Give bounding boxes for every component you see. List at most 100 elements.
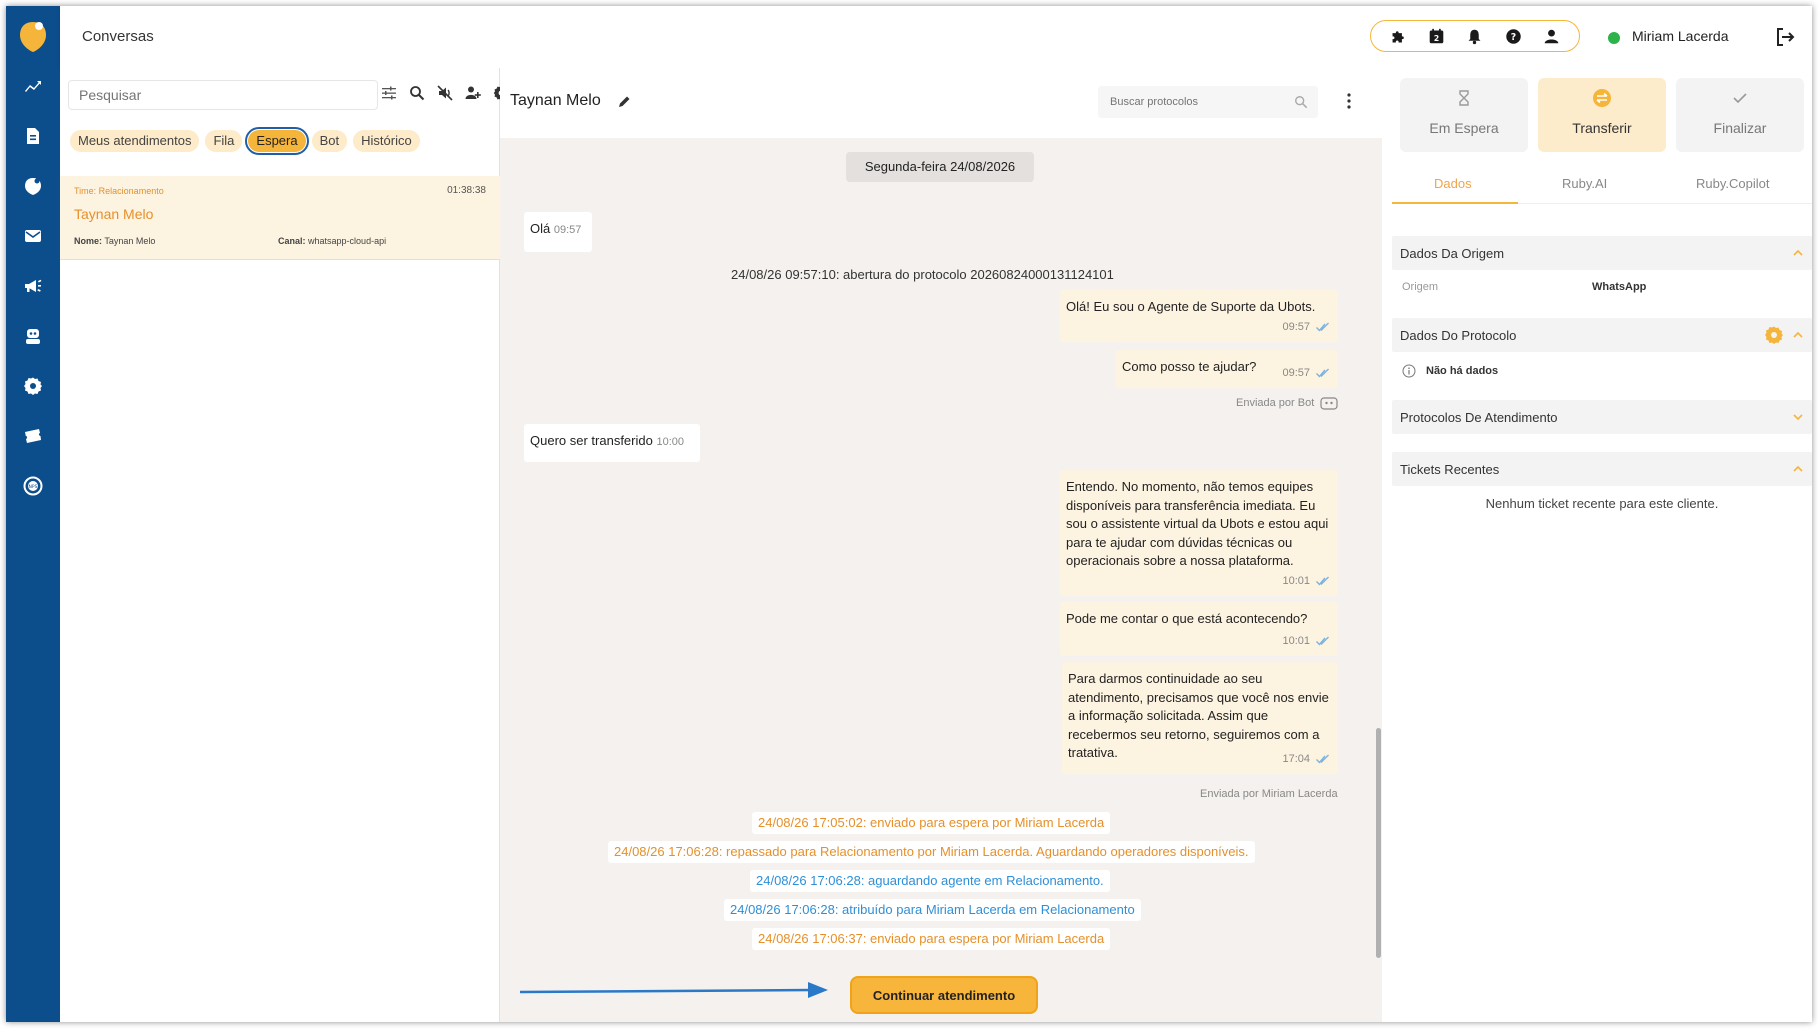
double-check-icon <box>1316 322 1329 332</box>
details-panel: Em Espera Transferir Finalizar Dados Rub… <box>1382 68 1812 1022</box>
chat-contact-name: Taynan Melo <box>510 92 601 109</box>
chat-panel: Taynan Melo Segunda-feira 24/08/2026 Olá… <box>500 68 1382 1022</box>
message-outgoing: Olá! Eu sou o Agente de Suporte da Ubots… <box>1060 290 1338 342</box>
add-user-icon[interactable] <box>464 84 482 102</box>
user-icon[interactable] <box>1542 26 1562 46</box>
conversation-item[interactable]: Time: Relacionamento 01:38:38 Taynan Mel… <box>60 176 500 260</box>
filter-queue[interactable]: Fila <box>205 130 243 152</box>
details-tabs: Dados Ruby.AI Ruby.Copilot <box>1392 164 1812 204</box>
system-event: 24/08/26 17:06:28: aguardando agente em … <box>750 870 1110 892</box>
system-event: 24/08/26 17:06:28: repassado para Relaci… <box>608 841 1255 863</box>
conversation-list-panel: Meus atendimentos Fila Espera Bot Histór… <box>60 68 509 1022</box>
message-outgoing: Entendo. No momento, não temos equipes d… <box>1060 470 1338 596</box>
bot-icon <box>1320 397 1338 410</box>
message-incoming: Olá 09:57 <box>524 212 592 252</box>
filter-bot[interactable]: Bot <box>311 130 348 152</box>
message-outgoing: Pode me contar o que está acontecendo? 1… <box>1060 602 1338 656</box>
top-bar: Conversas 2 ? Miriam Lacerda <box>60 6 1812 68</box>
sidebar: NPS <box>6 6 60 1022</box>
conversation-timer: 01:38:38 <box>447 185 486 196</box>
chevron-up-icon[interactable] <box>1792 463 1804 475</box>
filter-sliders-icon[interactable] <box>380 84 398 102</box>
double-check-icon <box>1316 368 1329 378</box>
sent-by-agent: Enviada por Miriam Lacerda <box>1200 788 1338 800</box>
transfer-button[interactable]: Transferir <box>1538 78 1666 152</box>
svg-text:2: 2 <box>1434 33 1439 42</box>
conversation-team: Time: Relacionamento <box>74 186 164 196</box>
chevron-up-icon[interactable] <box>1792 329 1804 341</box>
protocol-search-box <box>1098 86 1318 118</box>
more-options-icon[interactable] <box>1346 92 1352 110</box>
transfer-icon <box>1593 89 1611 107</box>
conversation-channel: Canal: whatsapp-cloud-api <box>278 236 387 246</box>
tab-dados[interactable]: Dados <box>1434 176 1472 191</box>
online-status-dot <box>1608 32 1620 44</box>
section-service-protocols[interactable]: Protocolos De Atendimento <box>1392 400 1812 434</box>
document-icon[interactable] <box>21 124 45 148</box>
search-icon[interactable] <box>1294 95 1308 109</box>
page-title: Conversas <box>82 28 154 45</box>
ticket-icon[interactable] <box>21 424 45 448</box>
system-event: 24/08/26 17:05:02: enviado para espera p… <box>752 812 1111 834</box>
sent-by-bot: Enviada por Bot <box>1236 396 1340 410</box>
conversation-contact: Nome: Taynan Melo <box>74 236 156 246</box>
tab-ruby-ai[interactable]: Ruby.AI <box>1562 176 1607 191</box>
check-icon <box>1733 93 1747 104</box>
hold-button[interactable]: Em Espera <box>1400 78 1528 152</box>
tab-ruby-copilot[interactable]: Ruby.Copilot <box>1696 176 1769 191</box>
date-separator: Segunda-feira 24/08/2026 <box>846 152 1034 182</box>
edit-pencil-icon[interactable] <box>616 94 632 110</box>
svg-text:NPS: NPS <box>29 484 38 490</box>
top-toolbar: 2 ? <box>1370 20 1580 52</box>
search-input[interactable] <box>69 81 359 109</box>
filter-my-chats[interactable]: Meus atendimentos <box>70 130 200 152</box>
logout-icon[interactable] <box>1774 26 1796 48</box>
megaphone-icon[interactable] <box>21 274 45 298</box>
search-box <box>68 80 378 110</box>
calendar-badge-icon[interactable]: 2 <box>1427 26 1447 46</box>
chat-scrollbar[interactable] <box>1376 728 1381 958</box>
message-incoming: Quero ser transferido 10:00 <box>524 424 700 462</box>
svg-text:?: ? <box>1511 31 1516 42</box>
mute-icon[interactable] <box>436 84 454 102</box>
shield-icon[interactable] <box>21 174 45 198</box>
hourglass-icon <box>1459 90 1469 106</box>
puzzle-icon[interactable] <box>1388 26 1408 46</box>
section-origin[interactable]: Dados Da Origem <box>1392 236 1812 270</box>
protocol-search-input[interactable] <box>1098 86 1288 118</box>
protocol-empty-message: Não há dados <box>1426 365 1499 377</box>
user-name[interactable]: Miriam Lacerda <box>1632 28 1728 44</box>
continue-service-button[interactable]: Continuar atendimento <box>850 976 1038 1014</box>
conversation-name: Taynan Melo <box>74 206 154 222</box>
chevron-down-icon[interactable] <box>1792 411 1804 423</box>
ubots-logo-icon[interactable] <box>18 20 48 54</box>
help-icon[interactable]: ? <box>1503 26 1523 46</box>
analytics-icon[interactable] <box>21 74 45 98</box>
nps-icon[interactable]: NPS <box>21 474 45 498</box>
system-event: 24/08/26 17:06:37: enviado para espera p… <box>752 928 1111 950</box>
mail-icon[interactable] <box>21 224 45 248</box>
list-tools <box>380 84 510 102</box>
active-tab-indicator <box>1392 202 1518 204</box>
finish-button[interactable]: Finalizar <box>1676 78 1804 152</box>
gear-icon[interactable] <box>21 374 45 398</box>
origin-value: WhatsApp <box>1592 281 1647 293</box>
section-recent-tickets[interactable]: Tickets Recentes <box>1392 452 1812 486</box>
pointer-arrow-annotation <box>520 982 828 998</box>
message-outgoing: Para darmos continuidade ao seu atendime… <box>1062 662 1338 774</box>
double-check-icon <box>1316 576 1329 586</box>
filter-tabs: Meus atendimentos Fila Espera Bot Histór… <box>70 127 420 155</box>
chevron-up-icon[interactable] <box>1792 247 1804 259</box>
bell-icon[interactable] <box>1465 26 1485 46</box>
search-icon[interactable] <box>408 84 426 102</box>
app-window: NPS Conversas 2 ? Miriam Lacerda Pesquis… <box>6 6 1812 1022</box>
section-protocol[interactable]: Dados Do Protocolo <box>1392 318 1812 352</box>
gear-icon[interactable] <box>1764 325 1784 345</box>
origin-label: Origem <box>1402 281 1439 293</box>
bot-icon[interactable] <box>21 324 45 348</box>
filter-waiting[interactable]: Espera <box>245 127 309 155</box>
double-check-icon <box>1316 754 1329 764</box>
info-icon <box>1402 364 1416 378</box>
filter-history[interactable]: Histórico <box>353 130 420 152</box>
system-event: 24/08/26 17:06:28: atribuído para Miriam… <box>724 899 1141 921</box>
